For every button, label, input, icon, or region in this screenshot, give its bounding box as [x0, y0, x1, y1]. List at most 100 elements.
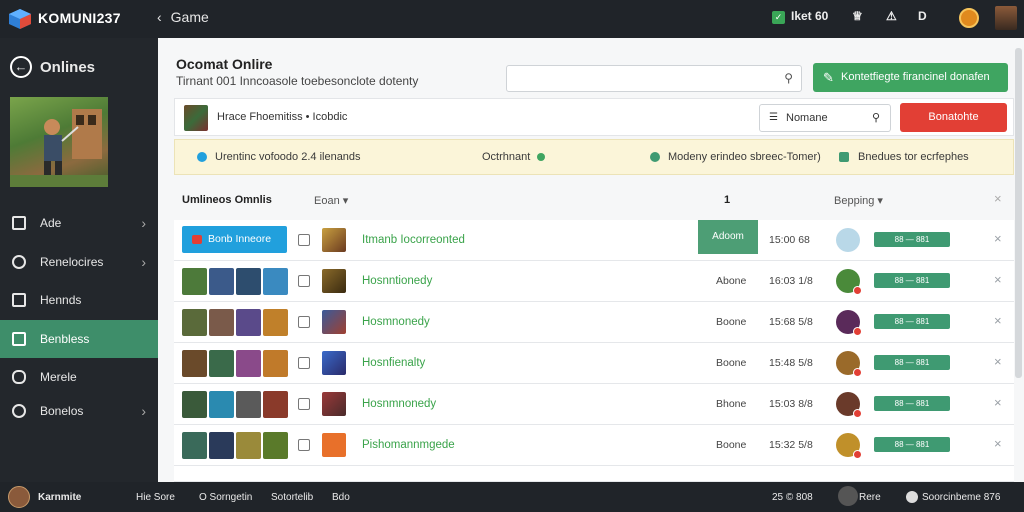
table-row[interactable]: Bonb Inneore Itmanb Iocorreonted Adoom 1… — [174, 220, 1014, 261]
close-icon[interactable]: × — [994, 313, 1002, 328]
pencil-icon: ✎ — [823, 70, 834, 85]
row-pill[interactable]: 88 — 881 — [874, 273, 950, 288]
bottom-item[interactable]: Sotortelib — [271, 492, 313, 503]
app-logo-icon — [9, 9, 31, 29]
game-icon — [322, 269, 346, 293]
close-icon[interactable]: × — [994, 395, 1002, 410]
action-button-red[interactable]: Bonatohte — [900, 103, 1007, 132]
back-label: Game — [170, 9, 209, 25]
status-badge — [853, 450, 862, 459]
scrollbar[interactable] — [1015, 48, 1022, 378]
col-header-bepping[interactable]: Bepping ▾ — [834, 194, 883, 207]
create-button-label: Kontetfiegte firancinel donafen — [841, 71, 990, 83]
coin-icon[interactable] — [959, 8, 979, 28]
close-icon[interactable]: × — [994, 354, 1002, 369]
row-name[interactable]: Itmanb Iocorreonted — [362, 234, 465, 246]
status-badge — [853, 327, 862, 336]
user-name[interactable]: Karnmite — [38, 492, 81, 503]
row-checkbox[interactable] — [298, 398, 310, 410]
thumbnail — [263, 309, 288, 336]
table-row[interactable] — [174, 466, 1014, 482]
row-pill[interactable]: 88 — 881 — [874, 437, 950, 452]
col-header-count: 1 — [724, 194, 731, 206]
page-subtitle: Tirnant 001 Inncoasole toebesonclote dot… — [176, 74, 419, 88]
row-pill[interactable]: 88 — 881 — [874, 232, 950, 247]
row-thumbnails — [182, 350, 288, 377]
row-checkbox[interactable] — [298, 439, 310, 451]
row-pill[interactable]: 88 — 881 — [874, 396, 950, 411]
col-header-name: Umlineos Omnlis — [182, 194, 272, 206]
bottom-item-right[interactable]: Rere — [859, 492, 881, 503]
create-button[interactable]: ✎ Kontetfiegte firancinel donafen — [813, 63, 1008, 92]
row-name[interactable]: Hosmnonedy — [362, 316, 430, 328]
row-name[interactable]: Hosnmnonedy — [362, 398, 436, 410]
user-avatar[interactable] — [995, 6, 1017, 30]
record-icon — [192, 235, 202, 244]
game-title: Hrace Fhoemitiss • Icobdic — [217, 111, 348, 123]
col-header-sort[interactable]: Eoan ▾ — [314, 194, 348, 207]
row-checkbox[interactable] — [298, 357, 310, 369]
check-toggle[interactable]: ✓ — [772, 11, 785, 24]
row-checkbox[interactable] — [298, 275, 310, 287]
d-label[interactable]: D — [918, 9, 927, 23]
row-time: 15:03 8/8 — [769, 398, 813, 410]
info-right2: Bnedues tor ecrfephes — [858, 151, 969, 163]
row-thumbnails — [182, 309, 288, 336]
table-row[interactable]: Pishomannmgede Boone 15:32 5/8 88 — 881 … — [174, 425, 1014, 466]
row-checkbox[interactable] — [298, 316, 310, 328]
row-primary-button[interactable]: Bonb Inneore — [182, 226, 287, 253]
thumbnail — [263, 391, 288, 418]
sidebar-item-label: Bonelos — [40, 404, 84, 418]
row-status-block: Adoom — [698, 220, 758, 254]
thumbnail — [182, 432, 207, 459]
row-name[interactable]: Hosnntionedy — [362, 275, 432, 287]
table-row[interactable]: Hosnntionedy Abone 16:03 1/8 88 — 881 × — [174, 261, 1014, 302]
user-avatar[interactable] — [8, 486, 30, 508]
search-input[interactable]: ⚲ — [506, 65, 802, 92]
bottom-bar: Karnmite Hie Sore O Sorngetin Sotortelib… — [0, 482, 1024, 512]
close-icon[interactable]: × — [994, 272, 1002, 287]
close-icon[interactable]: × — [994, 436, 1002, 451]
row-pill[interactable]: 88 — 881 — [874, 314, 950, 329]
row-time: 15:48 5/8 — [769, 357, 813, 369]
sidebar-item-renelocires[interactable]: Renelocires › — [0, 243, 158, 281]
thumbnail — [236, 350, 261, 377]
row-pill[interactable]: 88 — 881 — [874, 355, 950, 370]
status-badge — [853, 286, 862, 295]
table-row[interactable]: Hosnmnonedy Bhone 15:03 8/8 88 — 881 × — [174, 384, 1014, 425]
notification-icon[interactable]: ⚠ — [886, 9, 897, 23]
sidebar-back-button[interactable]: ← Onlines — [10, 56, 95, 78]
thumbnail — [236, 391, 261, 418]
trophy-icon[interactable]: ♕ — [852, 9, 863, 23]
settings-icon — [12, 404, 26, 418]
bottom-item[interactable]: Hie Sore — [136, 492, 175, 503]
close-icon[interactable]: × — [994, 191, 1002, 206]
thumbnail — [209, 432, 234, 459]
row-time: 15:00 68 — [769, 234, 810, 246]
row-checkbox[interactable] — [298, 234, 310, 246]
sidebar-item-benbless[interactable]: Benbless — [0, 320, 158, 358]
sidebar-item-bonelos[interactable]: Bonelos › — [0, 392, 158, 430]
sidebar-item-hennds[interactable]: Hennds — [0, 281, 158, 319]
table-row[interactable]: Hosnfienalty Boone 15:48 5/8 88 — 881 × — [174, 343, 1014, 384]
row-thumbnails — [182, 268, 288, 295]
sort-dropdown[interactable]: ☰ Nomane ⚲ — [759, 104, 891, 132]
bottom-item[interactable]: Bdo — [332, 492, 350, 503]
count-label: Iket 60 — [791, 9, 829, 23]
bottom-avatar[interactable] — [838, 486, 858, 506]
bottom-item[interactable]: O Sorngetin — [199, 492, 252, 503]
table-row[interactable]: Hosmnonedy Boone 15:68 5/8 88 — 881 × — [174, 302, 1014, 343]
chevron-left-icon: ‹ — [157, 9, 162, 25]
settings-icon[interactable] — [906, 491, 918, 503]
row-name[interactable]: Hosnfienalty — [362, 357, 425, 369]
game-icon — [322, 310, 346, 334]
close-icon[interactable]: × — [994, 231, 1002, 246]
sidebar-item-ade[interactable]: Ade › — [0, 204, 158, 242]
sidebar-item-merele[interactable]: Merele — [0, 358, 158, 396]
thumbnail — [263, 432, 288, 459]
row-name[interactable]: Pishomannmgede — [362, 439, 455, 451]
app-window: KOMUNI237 ‹ Game ✓ Iket 60 ♕ ⚠ D ← Online… — [0, 0, 1024, 512]
thumbnail — [263, 268, 288, 295]
main-content: Ocomat Onlire Tirnant 001 Inncoasole toe… — [158, 38, 1024, 482]
back-to-game-button[interactable]: ‹ Game — [157, 9, 209, 25]
